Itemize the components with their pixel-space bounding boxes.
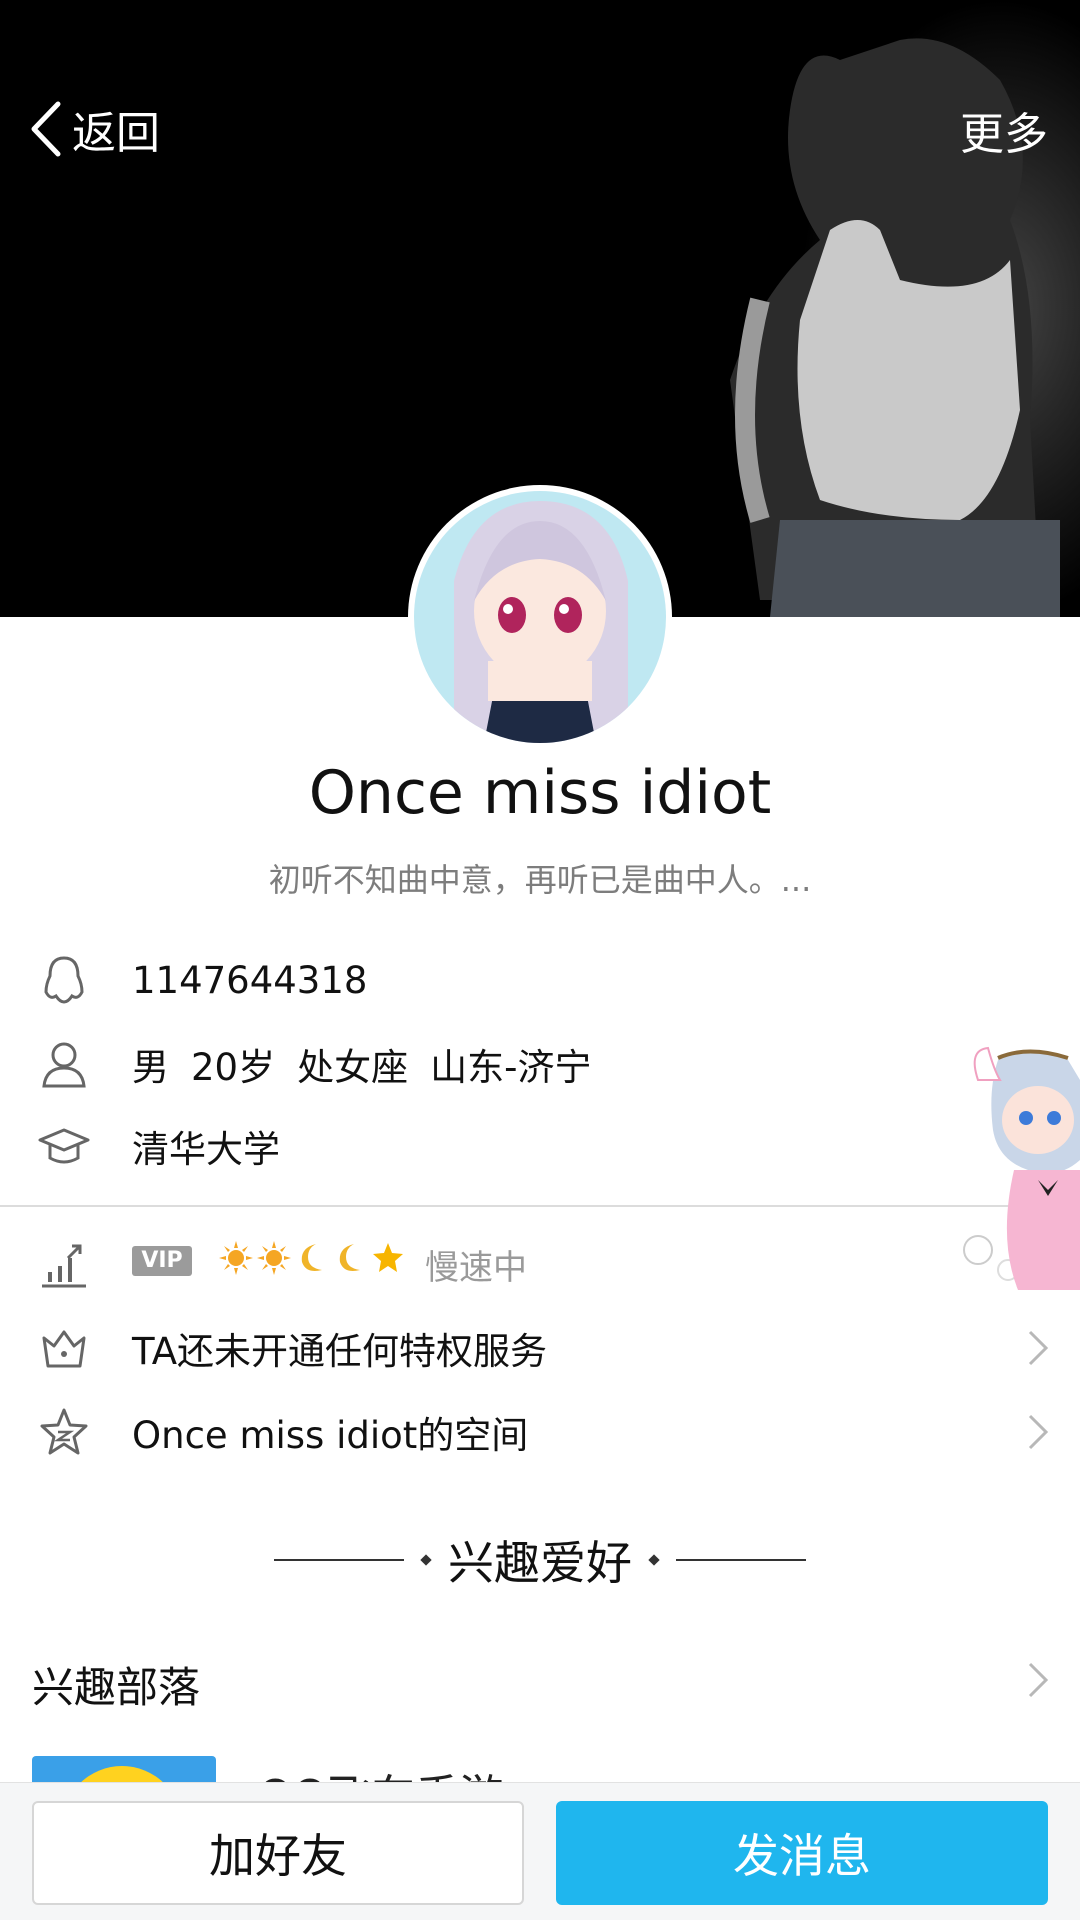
send-message-button[interactable]: 发消息 [556,1801,1048,1905]
title-line-right [676,1559,806,1561]
section-title-text: 兴趣爱好 [448,1536,632,1590]
avatar-image [414,491,666,743]
level-row[interactable]: VIP 慢速中 [0,1224,1080,1304]
title-dot-left [420,1554,432,1566]
sun-icon [257,1241,291,1275]
privilege-row[interactable]: TA还未开通任何特权服务 [0,1308,1080,1388]
back-label: 返回 [72,108,160,159]
sun-icon [219,1241,253,1275]
title-line-left [274,1559,404,1561]
moon-icon [301,1244,322,1271]
bottom-action-bar: 加好友 发消息 [0,1782,1080,1920]
basic-info: 男 20岁 处女座 山东-济宁 [132,1037,591,1091]
title-dot-right [648,1554,660,1566]
penguin-icon [44,956,84,1004]
person-icon [42,1042,86,1088]
chevron-right-icon [1028,1414,1049,1450]
gender: 男 [132,1046,169,1089]
graduation-cap-icon [38,1128,90,1164]
avatar[interactable] [408,485,672,749]
interests-section-title: 兴趣爱好 [0,1530,1080,1590]
chevron-right-icon [1028,1662,1049,1698]
qq-number: 1147644318 [132,958,368,1002]
profile-page: 返回 更多 Once miss idiot 初听不知曲中意，再听已是曲中人。..… [0,0,1080,1920]
level-icons [218,1240,408,1276]
space-row[interactable]: Once miss idiot的空间 [0,1392,1080,1472]
privilege-label: TA还未开通任何特权服务 [132,1330,548,1373]
interest-tribe-row[interactable]: 兴趣部落 [0,1640,1080,1720]
level-chart-icon [42,1244,86,1288]
chevron-left-icon [31,101,61,157]
moon-icon [339,1244,360,1271]
vip-badge: VIP [132,1246,192,1276]
nickname: Once miss idiot [308,758,772,828]
age: 20岁 [191,1046,276,1089]
pet-character-icon[interactable] [938,1040,1080,1330]
back-button[interactable]: 返回 [26,94,160,164]
school-row[interactable]: 清华大学 [0,1106,1080,1186]
crown-icon [42,1330,86,1368]
section-divider [0,1205,1080,1207]
qzone-star-icon [40,1408,88,1455]
chevron-right-icon [1028,1330,1049,1366]
location: 山东-济宁 [430,1046,592,1089]
tribe-label: 兴趣部落 [32,1663,201,1712]
space-label: Once miss idiot的空间 [132,1414,529,1457]
add-friend-button[interactable]: 加好友 [32,1801,524,1905]
basic-info-row[interactable]: 男 20岁 处女座 山东-济宁 [0,1024,1080,1104]
more-button[interactable]: 更多 [960,98,1048,162]
star-icon [373,1243,403,1272]
signature[interactable]: 初听不知曲中意，再听已是曲中人。... [0,855,1080,901]
zodiac: 处女座 [297,1046,409,1089]
level-status: 慢速中 [425,1247,527,1288]
qq-number-row[interactable]: 1147644318 [0,940,1080,1020]
school: 清华大学 [132,1128,280,1171]
